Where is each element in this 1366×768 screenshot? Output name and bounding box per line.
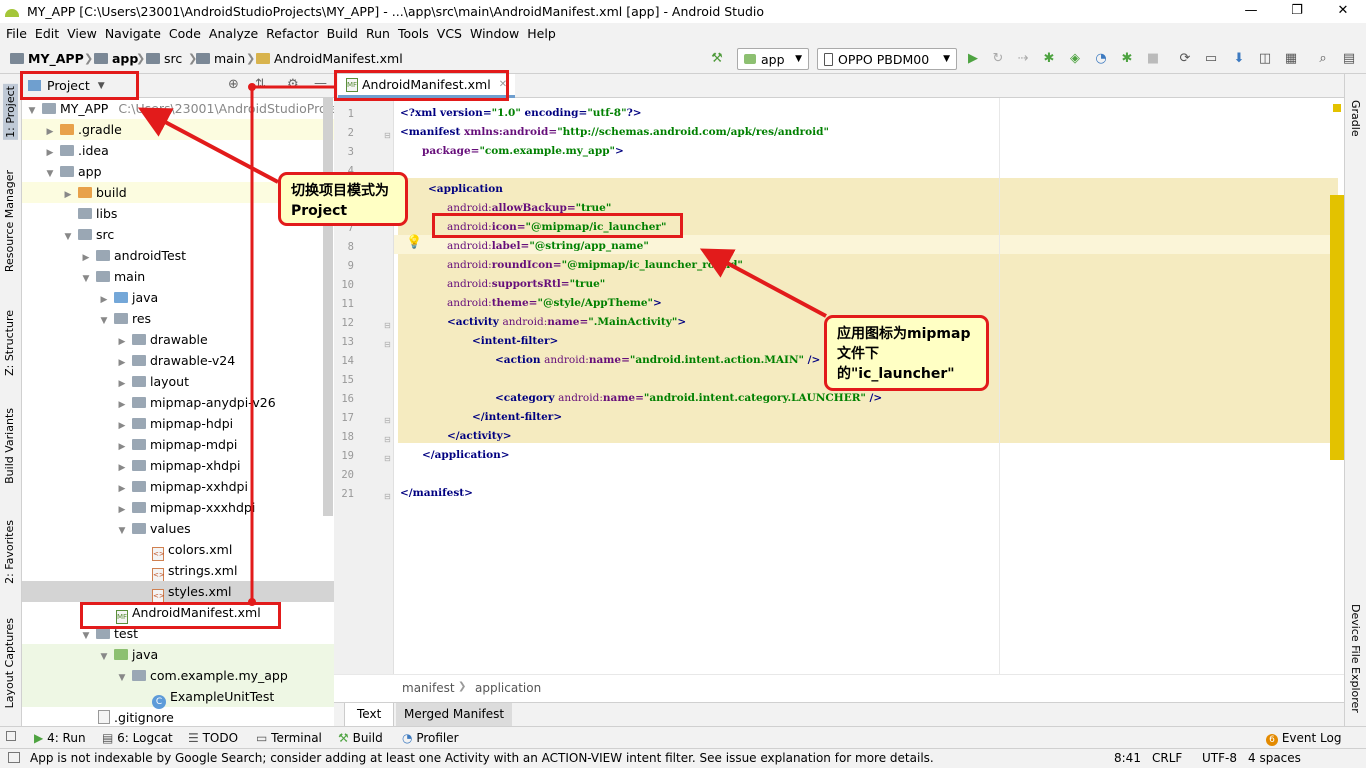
annotation-arrows <box>0 0 1366 768</box>
arrow-to-icon-attr <box>714 256 826 316</box>
annotation-callout-project: 切换项目模式为Project <box>278 172 408 226</box>
connector-dot <box>248 598 256 606</box>
connector-dot <box>248 83 256 91</box>
arrow-to-project-view <box>152 115 278 182</box>
annotation-callout-icon: 应用图标为mipmap文件下的"ic_launcher" <box>824 315 989 391</box>
